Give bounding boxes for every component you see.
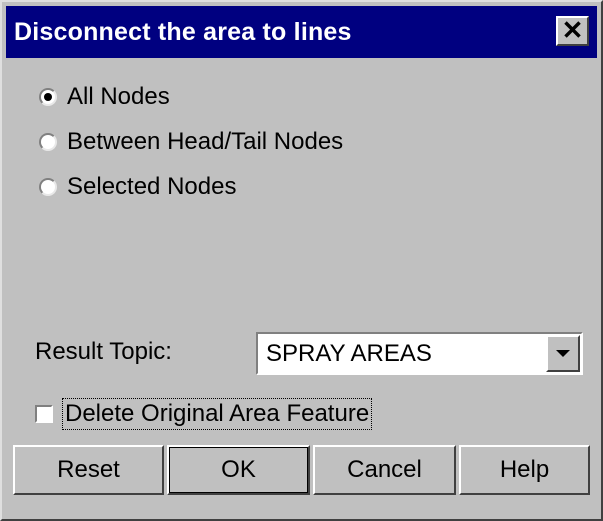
cancel-button[interactable]: Cancel <box>313 445 456 495</box>
radio-label: Between Head/Tail Nodes <box>67 128 344 155</box>
delete-original-area-option[interactable]: Delete Original Area Feature <box>35 397 373 431</box>
ok-button[interactable]: OK <box>167 445 310 495</box>
close-icon: ✕ <box>561 15 584 45</box>
result-topic-dropdown[interactable]: SPRAY AREAS <box>256 332 583 375</box>
radio-button[interactable] <box>39 133 57 151</box>
radio-between-head-tail-nodes[interactable]: Between Head/Tail Nodes <box>39 124 343 160</box>
radio-button[interactable] <box>39 178 57 196</box>
delete-original-checkbox[interactable] <box>35 405 53 423</box>
radio-label: Selected Nodes <box>67 173 237 200</box>
radio-label: All Nodes <box>67 83 170 110</box>
radio-button[interactable] <box>39 88 57 106</box>
disconnect-dialog: Disconnect the area to lines ✕ All Nodes… <box>0 0 603 521</box>
result-topic-label: Result Topic: <box>35 338 172 365</box>
help-button[interactable]: Help <box>459 445 590 495</box>
reset-button[interactable]: Reset <box>13 445 164 495</box>
radio-all-nodes[interactable]: All Nodes <box>39 79 170 115</box>
title-bar[interactable]: Disconnect the area to lines ✕ <box>6 6 597 58</box>
close-button[interactable]: ✕ <box>556 16 589 46</box>
result-topic-value: SPRAY AREAS <box>266 340 432 367</box>
chevron-down-icon <box>556 349 570 357</box>
radio-selected-dot <box>44 93 52 101</box>
dropdown-button[interactable] <box>546 335 580 372</box>
delete-original-label: Delete Original Area Feature <box>61 398 373 430</box>
radio-selected-nodes[interactable]: Selected Nodes <box>39 169 236 205</box>
dialog-title: Disconnect the area to lines <box>14 18 352 46</box>
